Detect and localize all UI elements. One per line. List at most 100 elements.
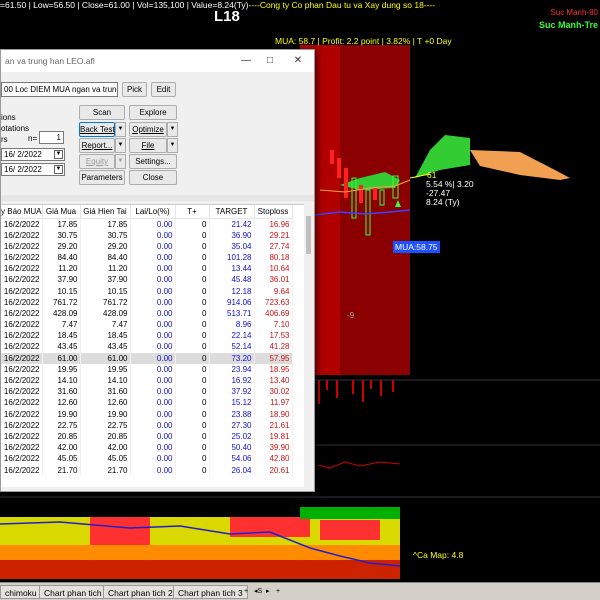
analysis-dialog[interactable]: an va trung han LEO.afl — □ ✕ 00 Loc DIE… xyxy=(0,49,315,492)
table-cell: 0 xyxy=(175,442,210,454)
parameters-button[interactable]: Parameters xyxy=(79,170,125,185)
column-header[interactable]: y Báo MUA xyxy=(1,205,43,219)
tab-chart-phan-tich[interactable]: Chart phan tich xyxy=(39,585,107,599)
column-header[interactable]: TARGET xyxy=(209,205,255,219)
dialog-title: an va trung han LEO.afl xyxy=(5,56,95,66)
table-row[interactable]: 16/2/2022 20.85 20.85 0.00 0 25.02 19.81 xyxy=(1,430,293,443)
calendar-icon[interactable]: ▼ xyxy=(54,150,63,159)
table-cell: 0.00 xyxy=(130,263,176,275)
file-dropdown-icon[interactable]: ▼ xyxy=(167,138,178,153)
splitter[interactable] xyxy=(1,195,314,201)
backtest-button[interactable]: Back Test xyxy=(79,122,115,137)
equity-dropdown-icon[interactable]: ▼ xyxy=(115,154,126,169)
file-button[interactable]: File xyxy=(129,138,167,153)
table-row[interactable]: 16/2/2022 22.75 22.75 0.00 0 27.30 21.61 xyxy=(1,419,293,431)
table-row[interactable]: 16/2/2022 19.90 19.90 0.00 0 23.88 18.90 xyxy=(1,408,293,420)
table-row[interactable]: 16/2/2022 19.95 19.95 0.00 0 23.94 18.95 xyxy=(1,363,293,375)
table-row[interactable]: 16/2/2022 37.90 37.90 0.00 0 45.48 36.01 xyxy=(1,274,293,286)
table-row[interactable]: 16/2/2022 30.75 30.75 0.00 0 36.90 29.21 xyxy=(1,229,293,241)
oscillator-line xyxy=(317,461,401,469)
edit-button[interactable]: Edit xyxy=(151,82,176,97)
table-cell: 41.28 xyxy=(254,341,293,353)
table-row[interactable]: 16/2/2022 10.15 10.15 0.00 0 12.18 9.64 xyxy=(1,285,293,297)
table-row[interactable]: 16/2/2022 17.85 17.85 0.00 0 21.42 16.96 xyxy=(1,218,293,230)
table-cell: 513.71 xyxy=(209,307,255,319)
table-cell: 16/2/2022 xyxy=(1,453,43,465)
close-button[interactable]: Close xyxy=(129,170,177,185)
table-cell: 30.02 xyxy=(254,386,293,398)
buy-info: MUA: 58.7 | Profit: 2.2 point | 3.82% | … xyxy=(275,36,452,46)
column-header[interactable]: Lai/Lo(%) xyxy=(130,205,176,219)
equity-button[interactable]: Equity xyxy=(79,154,115,169)
backtest-dropdown-icon[interactable]: ▼ xyxy=(115,122,126,137)
tab-nav-add-icon[interactable]: + xyxy=(276,586,280,598)
table-row[interactable]: 16/2/2022 21.70 21.70 0.00 0 26.04 20.61 xyxy=(1,464,293,476)
table-row[interactable]: 16/2/2022 12.60 12.60 0.00 0 15.12 11.97 xyxy=(1,397,293,409)
date-to[interactable]: 16/ 2/2022 ▼ xyxy=(1,163,65,176)
table-row[interactable]: 16/2/2022 84.40 84.40 0.00 0 101.28 80.18 xyxy=(1,251,293,264)
settings-button[interactable]: Settings... xyxy=(129,154,177,169)
table-cell: 0 xyxy=(175,274,210,286)
table-cell: 13.44 xyxy=(209,263,255,275)
formula-field[interactable]: 00 Loc DIEM MUA ngan va trung hai xyxy=(1,82,118,97)
table-cell: 20.61 xyxy=(254,464,293,476)
optimize-dropdown-icon[interactable]: ▼ xyxy=(167,122,178,137)
column-header[interactable]: Stoploss xyxy=(254,205,293,219)
table-row[interactable]: 16/2/2022 45.05 45.05 0.00 0 54.06 42.80 xyxy=(1,453,293,465)
explore-button[interactable]: Explore xyxy=(129,105,177,120)
report-button[interactable]: Report... xyxy=(79,138,115,153)
table-cell: 0 xyxy=(175,218,210,230)
table-cell: 0.00 xyxy=(130,352,176,364)
tab-chart-phan-tich-3[interactable]: Chart phan tich 3 xyxy=(173,585,248,599)
tab-chart-phan-tich-2[interactable]: Chart phan tich 2 xyxy=(103,585,178,599)
table-cell: 30.75 xyxy=(42,229,81,241)
close-icon[interactable]: ✕ xyxy=(291,54,305,68)
tab-nav-right-icon[interactable]: ▸ xyxy=(266,586,270,598)
table-cell: 84.40 xyxy=(42,251,81,264)
date-from[interactable]: 16/ 2/2022 ▼ xyxy=(1,148,65,161)
optimize-button[interactable]: Optimize xyxy=(129,122,167,137)
table-row[interactable]: 16/2/2022 14.10 14.10 0.00 0 16.92 13.40 xyxy=(1,374,293,387)
table-row[interactable]: 16/2/2022 11.20 11.20 0.00 0 13.44 10.64 xyxy=(1,263,293,275)
scrollbar-thumb[interactable] xyxy=(306,216,311,254)
table-cell: 29.20 xyxy=(80,240,131,252)
table-cell: 43.45 xyxy=(80,341,131,353)
table-row[interactable]: 16/2/2022 31.60 31.60 0.00 0 37.92 30.02 xyxy=(1,386,293,398)
n-input[interactable]: 1 xyxy=(39,131,64,144)
table-row[interactable]: 16/2/2022 428.09 428.09 0.00 0 513.71 406.69 xyxy=(1,307,293,319)
table-row[interactable]: 16/2/2022 18.45 18.45 0.00 0 22.14 17.53 xyxy=(1,330,293,342)
calendar-icon[interactable]: ▼ xyxy=(54,165,63,174)
add-tab-icon[interactable]: + xyxy=(244,586,248,598)
column-header[interactable]: T+ xyxy=(175,205,210,219)
table-cell: 0 xyxy=(175,430,210,443)
column-header[interactable]: Giá Mua xyxy=(42,205,81,219)
table-cell: 0 xyxy=(175,330,210,342)
results-table[interactable]: y Báo MUA Giá Mua Giá Hien Tai Lai/Lo(%)… xyxy=(1,204,304,487)
side-label: rs xyxy=(1,135,8,144)
column-header[interactable]: Giá Hien Tai xyxy=(80,205,131,219)
table-cell: 16/2/2022 xyxy=(1,430,43,443)
vertical-scrollbar[interactable] xyxy=(304,204,314,487)
pick-button[interactable]: Pick xyxy=(122,82,147,97)
tab-nav-left-icon[interactable]: ◂S xyxy=(254,586,262,598)
table-cell: 9.64 xyxy=(254,285,293,297)
table-cell: 19.81 xyxy=(254,430,293,443)
table-cell: 10.64 xyxy=(254,263,293,275)
table-row[interactable]: 16/2/2022 29.20 29.20 0.00 0 35.04 27.74 xyxy=(1,240,293,252)
table-cell: 23.94 xyxy=(209,363,255,375)
table-row[interactable]: 16/2/2022 42.00 42.00 0.00 0 50.40 39.90 xyxy=(1,442,293,454)
table-row[interactable]: 16/2/2022 43.45 43.45 0.00 0 52.14 41.28 xyxy=(1,341,293,353)
table-cell: 0 xyxy=(175,386,210,398)
dialog-titlebar[interactable]: an va trung han LEO.afl — □ ✕ xyxy=(1,50,314,72)
table-row[interactable]: 16/2/2022 761.72 761.72 0.00 0 914.06 723.63 xyxy=(1,296,293,308)
tab-ichimoku[interactable]: chimoku xyxy=(0,585,42,599)
report-dropdown-icon[interactable]: ▼ xyxy=(115,138,126,153)
table-cell: 16/2/2022 xyxy=(1,442,43,454)
table-cell: 16/2/2022 xyxy=(1,397,43,409)
table-row[interactable]: 16/2/2022 7.47 7.47 0.00 0 8.96 7.10 xyxy=(1,319,293,331)
table-row[interactable]: 16/2/2022 61.00 61.00 0.00 0 73.20 57.95 xyxy=(1,352,293,364)
maximize-icon[interactable]: □ xyxy=(263,54,277,68)
table-cell: 16/2/2022 xyxy=(1,419,43,431)
minimize-icon[interactable]: — xyxy=(239,54,253,68)
scan-button[interactable]: Scan xyxy=(79,105,125,120)
